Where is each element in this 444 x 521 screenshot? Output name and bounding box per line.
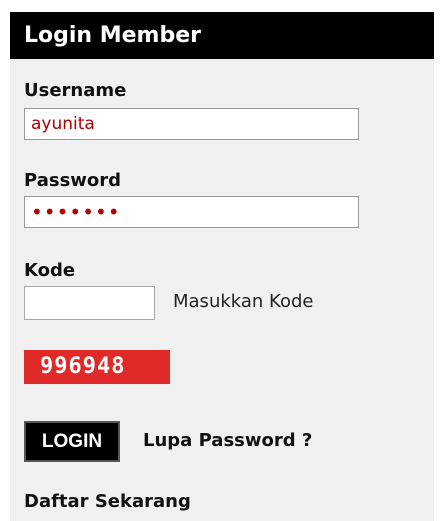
username-label: Username	[24, 80, 127, 101]
password-label: Password	[24, 170, 122, 191]
kode-hint: Masukkan Kode	[173, 291, 314, 312]
captcha-image: 996948	[24, 350, 170, 384]
kode-field[interactable]	[24, 286, 155, 320]
forgot-password-link[interactable]: Lupa Password ?	[143, 430, 312, 451]
register-link[interactable]: Daftar Sekarang	[24, 491, 191, 512]
username-field[interactable]	[24, 108, 359, 140]
panel-title: Login Member	[10, 12, 434, 59]
password-field[interactable]: •••••••	[24, 196, 359, 228]
kode-label: Kode	[24, 260, 76, 281]
login-button[interactable]: LOGIN	[24, 421, 120, 462]
login-panel: Login Member Username Password ••••••• K…	[10, 12, 434, 521]
